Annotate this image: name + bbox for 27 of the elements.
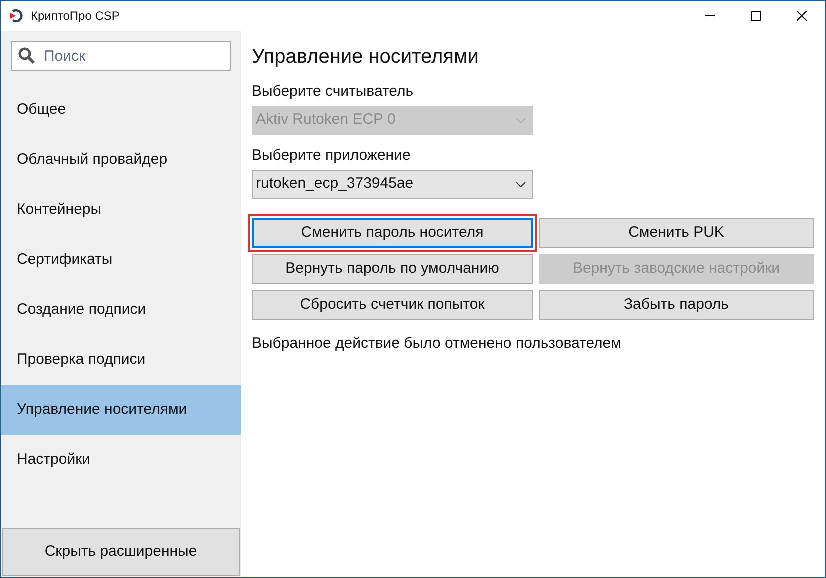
sidebar-item[interactable]: Настройки	[1, 435, 241, 485]
chevron-down-icon	[516, 182, 526, 188]
search-field[interactable]: Поиск	[11, 41, 231, 71]
status-message: Выбранное действие было отменено пользователем	[252, 334, 622, 354]
sidebar-item[interactable]: Облачный провайдер	[1, 135, 241, 185]
chevron-down-icon	[516, 118, 526, 124]
sidebar-item[interactable]: Контейнеры	[1, 185, 241, 235]
action-button[interactable]: Сменить PUK	[539, 218, 814, 248]
dropdown[interactable]: rutoken_ecp_373945ae	[252, 170, 533, 199]
sidebar-item[interactable]: Создание подписи	[1, 285, 241, 335]
action-button[interactable]: Сбросить счетчик попыток	[252, 290, 533, 320]
sidebar-item[interactable]: Сертификаты	[1, 235, 241, 285]
window-title: КриптоПро CSP	[31, 8, 120, 25]
sidebar-item[interactable]: Управление носителями	[1, 385, 241, 435]
field-label: Выберите считыватель	[252, 82, 415, 102]
action-button[interactable]: Забыть пароль	[539, 290, 814, 320]
maximize-icon	[751, 11, 761, 21]
close-icon	[797, 11, 807, 21]
action-button[interactable]: Сменить пароль носителя	[252, 218, 533, 248]
app-logo-icon	[9, 9, 23, 23]
collapse-button[interactable]: Скрыть расширенные	[2, 528, 240, 576]
sidebar-item[interactable]: Проверка подписи	[1, 335, 241, 385]
sidebar-item[interactable]: Общее	[1, 85, 241, 135]
search-icon	[18, 47, 36, 65]
action-button[interactable]: Вернуть пароль по умолчанию	[252, 254, 533, 284]
field-label: Выберите приложение	[252, 146, 412, 166]
page-heading: Управление носителями	[252, 45, 480, 70]
